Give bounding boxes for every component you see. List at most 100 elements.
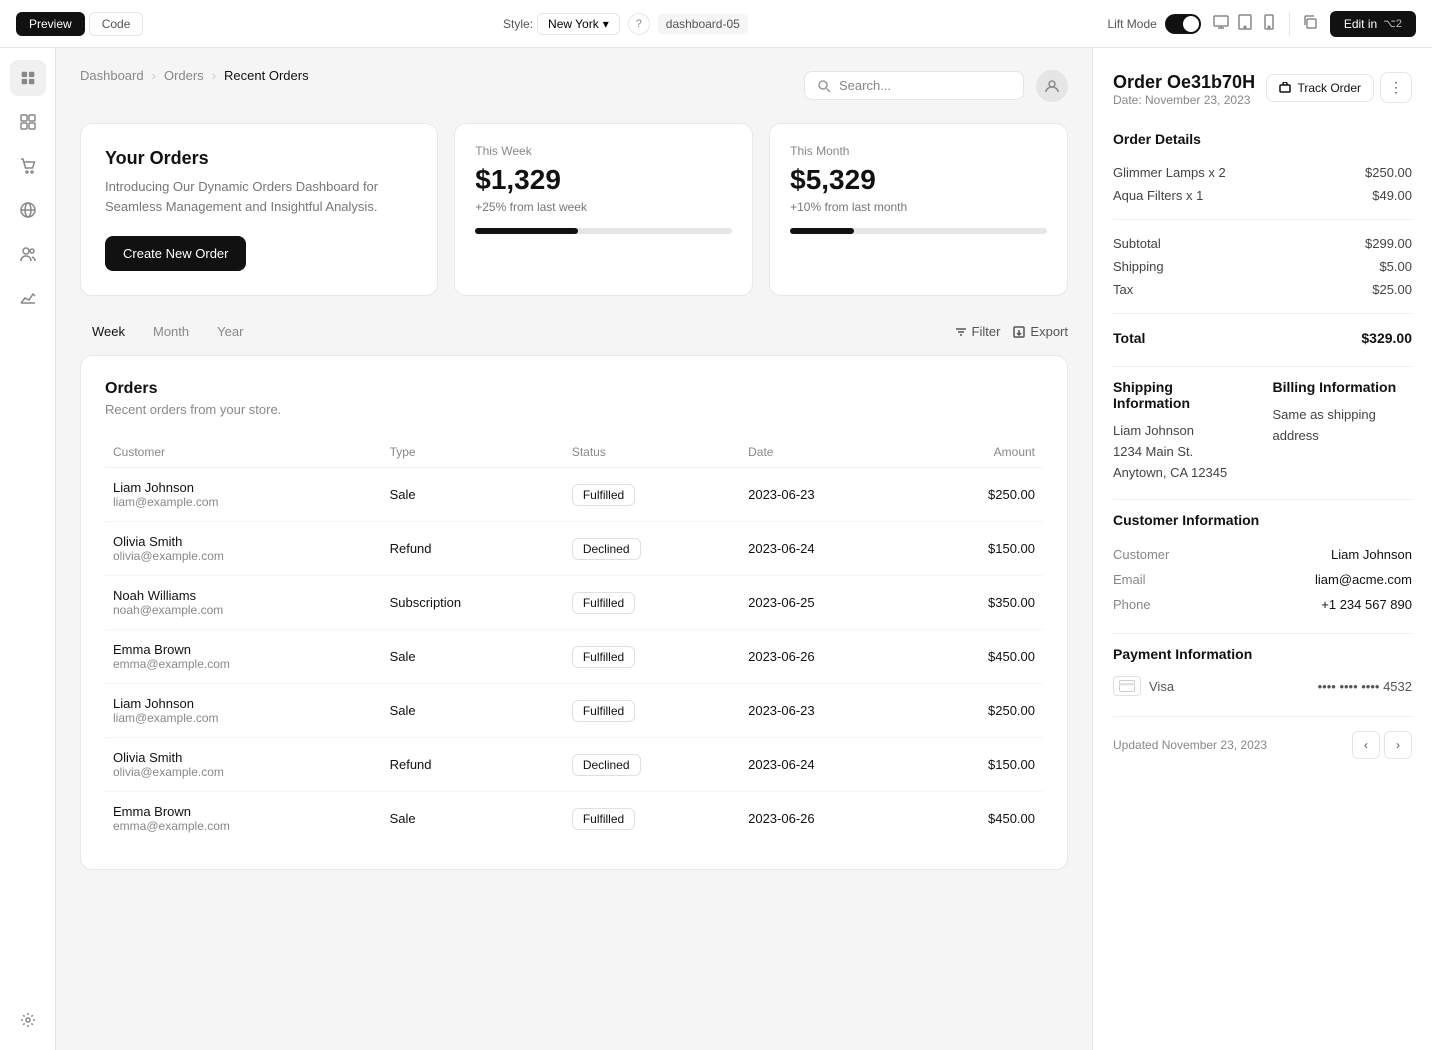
lift-mode-toggle[interactable]: Lift Mode: [1107, 14, 1200, 34]
status-badge: Fulfilled: [572, 484, 635, 506]
tax-line: Tax $25.00: [1113, 278, 1412, 301]
cell-type: Refund: [382, 522, 564, 576]
cell-type: Subscription: [382, 576, 564, 630]
sidebar-item-chart[interactable]: [10, 280, 46, 316]
breadcrumb-orders[interactable]: Orders: [164, 68, 204, 83]
cell-date: 2023-06-25: [740, 576, 912, 630]
style-dropdown[interactable]: New York ▾: [537, 13, 620, 35]
cell-status: Declined: [564, 738, 740, 792]
this-week-progress-bg: [475, 228, 732, 234]
period-controls: Filter Export: [954, 324, 1068, 339]
email-key: Email: [1113, 572, 1146, 587]
subtotal-label: Subtotal: [1113, 236, 1161, 251]
cell-date: 2023-06-23: [740, 468, 912, 522]
table-row[interactable]: Liam Johnson liam@example.com Sale Fulfi…: [105, 468, 1043, 522]
create-new-order-button[interactable]: Create New Order: [105, 236, 246, 271]
edit-button[interactable]: Edit in ⌥2: [1330, 11, 1416, 37]
export-icon: [1012, 325, 1026, 339]
table-row[interactable]: Olivia Smith olivia@example.com Refund D…: [105, 522, 1043, 576]
cell-customer: Liam Johnson liam@example.com: [105, 468, 382, 522]
customer-email-row: Email liam@acme.com: [1113, 567, 1412, 592]
tab-week[interactable]: Week: [80, 320, 137, 343]
search-bar[interactable]: Search...: [804, 71, 1024, 100]
next-order-button[interactable]: ›: [1384, 731, 1412, 759]
table-row[interactable]: Olivia Smith olivia@example.com Refund D…: [105, 738, 1043, 792]
sidebar-logo[interactable]: [10, 60, 46, 96]
breadcrumb-current: Recent Orders: [224, 68, 309, 83]
track-order-button[interactable]: Track Order: [1266, 74, 1374, 102]
sidebar-item-globe[interactable]: [10, 192, 46, 228]
tab-year[interactable]: Year: [205, 320, 255, 343]
mobile-icon[interactable]: [1261, 14, 1277, 33]
toggle-switch[interactable]: [1165, 14, 1201, 34]
search-icon: [817, 79, 831, 93]
panel-footer: Updated November 23, 2023 ‹ ›: [1113, 716, 1412, 759]
status-badge: Declined: [572, 538, 641, 560]
lift-mode-label: Lift Mode: [1107, 17, 1156, 31]
cell-status: Fulfilled: [564, 468, 740, 522]
table-body: Liam Johnson liam@example.com Sale Fulfi…: [105, 468, 1043, 846]
subtotal-value: $299.00: [1365, 236, 1412, 251]
shipping-label: Shipping: [1113, 259, 1164, 274]
table-row[interactable]: Noah Williams noah@example.com Subscript…: [105, 576, 1043, 630]
preview-button[interactable]: Preview: [16, 12, 85, 36]
orders-table: Customer Type Status Date Amount Liam Jo…: [105, 437, 1043, 845]
table-row[interactable]: Liam Johnson liam@example.com Sale Fulfi…: [105, 684, 1043, 738]
cell-amount: $450.00: [912, 630, 1043, 684]
item-1-price: $250.00: [1365, 165, 1412, 180]
payment-title: Payment Information: [1113, 646, 1412, 662]
toolbar-center: Style: New York ▾ ? dashboard-05: [503, 13, 748, 35]
status-badge: Fulfilled: [572, 808, 635, 830]
tax-value: $25.00: [1372, 282, 1412, 297]
sidebar-item-dashboard[interactable]: [10, 104, 46, 140]
cell-type: Sale: [382, 630, 564, 684]
cell-amount: $350.00: [912, 576, 1043, 630]
more-options-button[interactable]: ⋮: [1380, 72, 1412, 103]
breadcrumb-dashboard[interactable]: Dashboard: [80, 68, 144, 83]
cell-amount: $450.00: [912, 792, 1043, 846]
cell-date: 2023-06-26: [740, 792, 912, 846]
shipping-line: Shipping $5.00: [1113, 255, 1412, 278]
dashboard-id-label: dashboard-05: [658, 14, 748, 34]
filter-button[interactable]: Filter: [954, 324, 1001, 339]
sidebar-item-cart[interactable]: [10, 148, 46, 184]
this-month-change: +10% from last month: [790, 200, 1047, 214]
filter-label: Filter: [972, 324, 1001, 339]
phone-val: +1 234 567 890: [1321, 597, 1412, 612]
sidebar: [0, 48, 56, 1050]
item-2-name: Aqua Filters x 1: [1113, 188, 1203, 203]
toolbar-left: Preview Code: [16, 12, 143, 36]
tab-month[interactable]: Month: [141, 320, 201, 343]
user-avatar[interactable]: [1036, 70, 1068, 102]
this-week-value: $1,329: [475, 164, 732, 196]
cell-customer: Olivia Smith olivia@example.com: [105, 522, 382, 576]
desktop-icon[interactable]: [1213, 14, 1229, 33]
this-week-progress-fill: [475, 228, 578, 234]
toolbar-divider: [1289, 12, 1290, 36]
cell-customer: Emma Brown emma@example.com: [105, 630, 382, 684]
cell-date: 2023-06-24: [740, 738, 912, 792]
code-button[interactable]: Code: [89, 12, 144, 36]
sidebar-item-users[interactable]: [10, 236, 46, 272]
col-date: Date: [740, 437, 912, 468]
table-row[interactable]: Emma Brown emma@example.com Sale Fulfill…: [105, 792, 1043, 846]
help-button[interactable]: ?: [628, 13, 650, 35]
cell-status: Fulfilled: [564, 792, 740, 846]
order-id: Order Oe31b70H: [1113, 72, 1255, 93]
order-items: Glimmer Lamps x 2 $250.00 Aqua Filters x…: [1113, 161, 1412, 207]
payment-row: Visa •••• •••• •••• 4532: [1113, 676, 1412, 696]
total-label: Total: [1113, 330, 1145, 346]
col-amount: Amount: [912, 437, 1043, 468]
customer-phone-row: Phone +1 234 567 890: [1113, 592, 1412, 617]
export-button[interactable]: Export: [1012, 324, 1068, 339]
copy-icon[interactable]: [1302, 14, 1318, 33]
order-item-2: Aqua Filters x 1 $49.00: [1113, 184, 1412, 207]
updated-text: Updated November 23, 2023: [1113, 738, 1267, 752]
sidebar-item-settings[interactable]: [10, 1002, 46, 1038]
tablet-icon[interactable]: [1237, 14, 1253, 33]
customer-name-row: Customer Liam Johnson: [1113, 542, 1412, 567]
table-row[interactable]: Emma Brown emma@example.com Sale Fulfill…: [105, 630, 1043, 684]
subtotal-line: Subtotal $299.00: [1113, 232, 1412, 255]
prev-order-button[interactable]: ‹: [1352, 731, 1380, 759]
billing-info: Billing Information Same as shipping add…: [1273, 379, 1413, 483]
